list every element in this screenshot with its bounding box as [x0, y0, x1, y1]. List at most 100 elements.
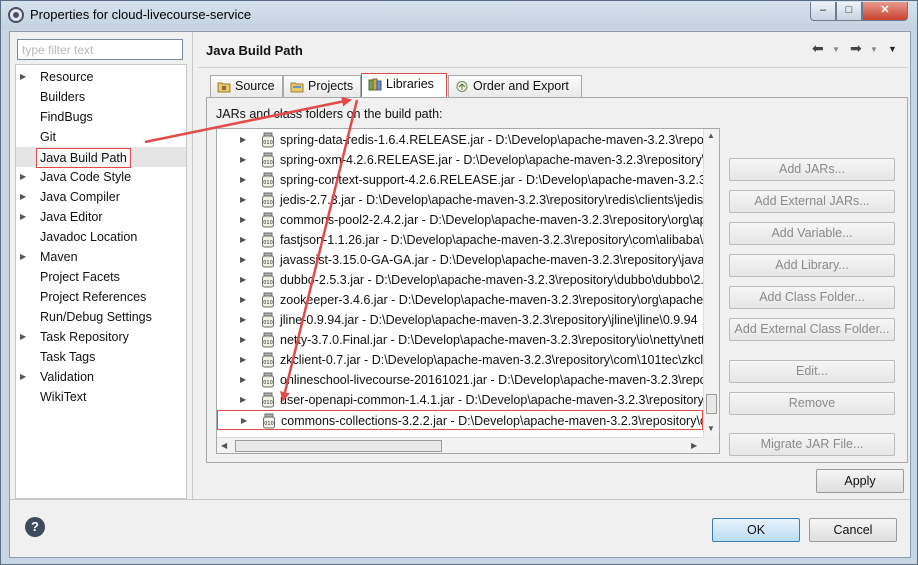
horizontal-scroll-thumb[interactable] [235, 440, 442, 452]
svg-text:010: 010 [263, 380, 273, 386]
order-export-icon [456, 81, 468, 92]
expand-arrow-icon[interactable]: ▶ [20, 167, 30, 187]
jar-list-item[interactable]: ▶ 010 jline-0.9.94.jar - D:\Develop\apache… [217, 310, 703, 330]
nav-item[interactable]: ▶ Java Code Style [16, 167, 186, 187]
jar-list-item[interactable]: ▶ 010 jedis-2.7.3.jar - D:\Develop\apache-… [217, 190, 703, 210]
properties-window: Properties for cloud-livecourse-service … [0, 0, 918, 565]
vertical-scrollbar[interactable]: ▲ ▼ [703, 129, 719, 437]
scroll-right-arrow-icon[interactable]: ▶ [691, 441, 697, 450]
forward-history-chevron-icon[interactable]: ▼ [870, 45, 878, 54]
nav-item[interactable]: ▶ Resource [16, 67, 186, 87]
filter-input[interactable] [17, 39, 183, 60]
tab-source[interactable]: Source [210, 75, 283, 98]
jar-list-item[interactable]: ▶ 010 dubbo-2.5.3.jar - D:\Develop\apache-… [217, 270, 703, 290]
jar-list-item[interactable]: ▶ 010 fastjson-1.1.26.jar - D:\Develop\apa… [217, 230, 703, 250]
apply-button[interactable]: Apply [816, 469, 904, 493]
expand-arrow-icon[interactable]: ▶ [20, 327, 30, 347]
title-bar[interactable]: Properties for cloud-livecourse-service … [1, 1, 917, 29]
nav-item[interactable]: Git [16, 127, 186, 147]
expand-arrow-icon[interactable]: ▶ [240, 190, 246, 210]
nav-item[interactable]: Task Tags [16, 347, 186, 367]
back-history-chevron-icon[interactable]: ▼ [832, 45, 840, 54]
nav-item[interactable]: ▶ Maven [16, 247, 186, 267]
nav-item[interactable]: ▶ Java Editor [16, 207, 186, 227]
ok-button[interactable]: OK [712, 518, 800, 542]
jar-list-item[interactable]: ▶ 010 commons-collections-3.2.2.jar - D:\D… [217, 410, 703, 430]
jar-list-item[interactable]: ▶ 010 spring-data-redis-1.6.4.RELEASE.jar … [217, 130, 703, 150]
expand-arrow-icon[interactable]: ▶ [240, 290, 246, 310]
expand-arrow-icon[interactable]: ▶ [20, 367, 30, 387]
jar-list-item[interactable]: ▶ 010 javassist-3.15.0-GA-GA.jar - D:\Deve… [217, 250, 703, 270]
help-icon[interactable]: ? [25, 517, 45, 537]
expand-arrow-icon[interactable]: ▶ [240, 210, 246, 230]
jar-list-item[interactable]: ▶ 010 spring-context-support-4.2.6.RELEASE… [217, 170, 703, 190]
expand-arrow-icon[interactable]: ▶ [240, 330, 246, 350]
svg-text:010: 010 [263, 280, 273, 286]
expand-arrow-icon[interactable]: ▶ [240, 130, 246, 150]
jar-list-item[interactable]: ▶ 010 zookeeper-3.4.6.jar - D:\Develop\apa… [217, 290, 703, 310]
jar-list-item[interactable]: ▶ 010 commons-pool2-2.4.2.jar - D:\Develop… [217, 210, 703, 230]
nav-item[interactable]: Project Facets [16, 267, 186, 287]
nav-item[interactable]: Builders [16, 87, 186, 107]
tab-libraries[interactable]: Libraries [361, 73, 447, 98]
scroll-left-arrow-icon[interactable]: ◀ [221, 441, 227, 450]
migrate-jar-file-button[interactable]: Migrate JAR File... [729, 433, 895, 456]
expand-arrow-icon[interactable]: ▶ [20, 207, 30, 227]
nav-item[interactable]: FindBugs [16, 107, 186, 127]
expand-arrow-icon[interactable]: ▶ [20, 67, 30, 87]
edit-button[interactable]: Edit... [729, 360, 895, 383]
close-button[interactable]: ✕ [862, 2, 908, 21]
nav-item[interactable]: Project References [16, 287, 186, 307]
remove-button[interactable]: Remove [729, 392, 895, 415]
libraries-icon [368, 78, 382, 91]
nav-item[interactable]: ▶ Task Repository [16, 327, 186, 347]
expand-arrow-icon[interactable]: ▶ [20, 247, 30, 267]
scroll-up-arrow-icon[interactable]: ▲ [707, 131, 715, 140]
jar-list[interactable]: ▶ 010 spring-data-redis-1.6.4.RELEASE.jar … [216, 128, 720, 454]
pane-divider[interactable] [192, 32, 193, 499]
add-variable-button[interactable]: Add Variable... [729, 222, 895, 245]
tab-order-and-export[interactable]: Order and Export [448, 75, 582, 98]
forward-arrow-icon[interactable]: ➡ [850, 40, 862, 57]
jar-list-item[interactable]: ▶ 010 onlineschool-livecourse-20161021.jar… [217, 370, 703, 390]
add-external-class-folder-button[interactable]: Add External Class Folder... [729, 318, 895, 341]
nav-item[interactable]: WikiText [16, 387, 186, 407]
jar-list-item[interactable]: ▶ 010 spring-oxm-4.2.6.RELEASE.jar - D:\De… [217, 150, 703, 170]
back-arrow-icon[interactable]: ⬅ [812, 40, 824, 57]
scroll-down-arrow-icon[interactable]: ▼ [707, 424, 715, 433]
add-library-button[interactable]: Add Library... [729, 254, 895, 277]
expand-arrow-icon[interactable]: ▶ [240, 390, 246, 410]
expand-arrow-icon[interactable]: ▶ [240, 350, 246, 370]
nav-item-label: WikiText [40, 390, 87, 404]
view-menu-icon[interactable]: ▼ [888, 44, 897, 54]
expand-arrow-icon[interactable]: ▶ [20, 187, 30, 207]
add-jars-button[interactable]: Add JARs... [729, 158, 895, 181]
jar-icon: 010 [263, 413, 275, 429]
expand-arrow-icon[interactable]: ▶ [240, 310, 246, 330]
jar-list-item[interactable]: ▶ 010 user-openapi-common-1.4.1.jar - D:\D… [217, 390, 703, 410]
vertical-scroll-thumb[interactable] [706, 394, 717, 414]
nav-item[interactable]: ▶ Validation [16, 367, 186, 387]
jar-list-item[interactable]: ▶ 010 zkclient-0.7.jar - D:\Develop\apache… [217, 350, 703, 370]
nav-item[interactable]: Javadoc Location [16, 227, 186, 247]
expand-arrow-icon[interactable]: ▶ [240, 230, 246, 250]
minimize-button[interactable]: – [810, 2, 836, 21]
nav-item[interactable]: ▶ Java Compiler [16, 187, 186, 207]
cancel-button[interactable]: Cancel [809, 518, 897, 542]
expand-arrow-icon[interactable]: ▶ [240, 370, 246, 390]
tab-projects[interactable]: Projects [283, 75, 361, 98]
maximize-button[interactable]: □ [836, 2, 862, 21]
svg-text:010: 010 [263, 160, 273, 166]
expand-arrow-icon[interactable]: ▶ [240, 170, 246, 190]
nav-item-label: Java Code Style [40, 170, 132, 184]
nav-item[interactable]: Run/Debug Settings [16, 307, 186, 327]
add-external-jars-button[interactable]: Add External JARs... [729, 190, 895, 213]
add-class-folder-button[interactable]: Add Class Folder... [729, 286, 895, 309]
expand-arrow-icon[interactable]: ▶ [240, 270, 246, 290]
jar-list-item[interactable]: ▶ 010 netty-3.7.0.Final.jar - D:\Develop\a… [217, 330, 703, 350]
expand-arrow-icon[interactable]: ▶ [240, 250, 246, 270]
expand-arrow-icon[interactable]: ▶ [241, 411, 247, 429]
expand-arrow-icon[interactable]: ▶ [240, 150, 246, 170]
nav-item[interactable]: Java Build Path [16, 147, 186, 168]
horizontal-scrollbar[interactable]: ◀ ▶ [217, 437, 703, 453]
